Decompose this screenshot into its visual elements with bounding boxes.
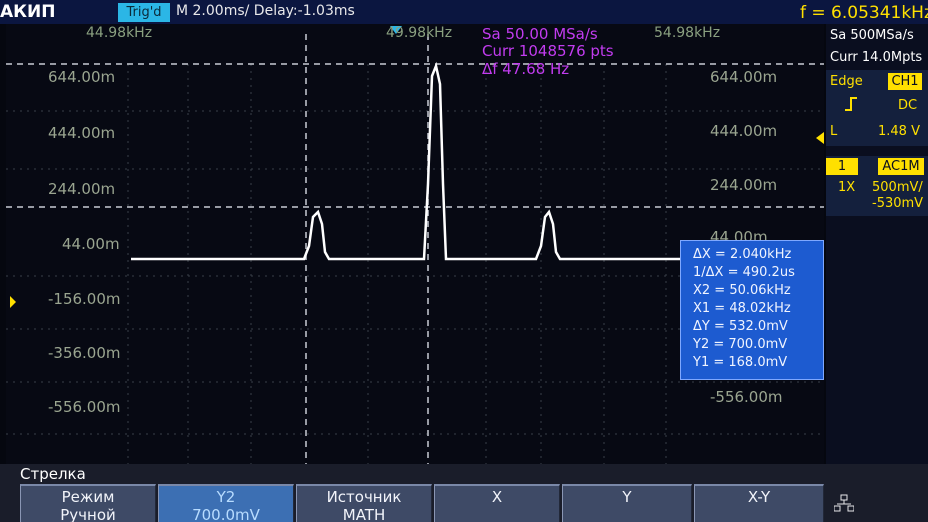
menu-title: Стрелка <box>20 465 86 483</box>
xy-cursor-label: X-Y <box>747 488 771 506</box>
trigger-status-badge: Trig'd <box>118 3 170 22</box>
xy-cursor-button[interactable]: X-Y <box>694 484 824 522</box>
mode-button[interactable]: Режим Ручной <box>20 484 156 522</box>
points-readout: Curr 1048576 pts <box>482 42 614 60</box>
trigger-type: Edge <box>830 74 863 89</box>
freq-label-center: 49.98kHz <box>386 25 453 41</box>
volts-per-div: 500mV/ <box>872 180 923 195</box>
trigger-coupling: DC <box>898 98 918 113</box>
mode-value: Ручной <box>60 506 116 522</box>
freq-label-left: 44.98kHz <box>86 25 153 41</box>
cursor-readout-box: ΔX = 2.040kHz 1/ΔX = 490.2us X2 = 50.06k… <box>680 240 824 380</box>
y2-label: Y2 <box>216 488 236 506</box>
trigger-level-label: L <box>830 124 838 139</box>
probe-ratio: 1X <box>838 180 856 195</box>
y2-button[interactable]: Y2 700.0mV <box>158 484 294 522</box>
source-button[interactable]: Источник MATH <box>296 484 432 522</box>
cursor-y1: Y1 = 168.0mV <box>693 355 788 370</box>
cursor-inverse-delta-x: 1/ΔX = 490.2us <box>693 265 795 280</box>
y-label-right: -556.00m <box>710 388 783 406</box>
brand-logo: АКИП <box>0 2 56 22</box>
mode-label: Режим <box>61 488 115 506</box>
rising-edge-icon <box>844 96 858 115</box>
oscilloscope-screen: АКИП Trig'd M 2.00ms/ Delay:-1.03ms f = … <box>0 0 928 522</box>
cursor-x2: X2 = 50.06kHz <box>693 283 791 298</box>
trigger-panel[interactable]: Edge CH1 DC L 1.48 V <box>826 70 928 146</box>
sample-rate: Sa 500MSa/s <box>830 28 914 43</box>
y-label: -356.00m <box>48 344 121 362</box>
channel-number: 1 <box>826 158 858 175</box>
freq-label-right: 54.98kHz <box>654 25 721 41</box>
source-value: MATH <box>342 506 386 522</box>
y-cursor-label: Y <box>622 488 632 506</box>
y-label: 244.00m <box>48 180 116 198</box>
y-label: -156.00m <box>48 290 121 308</box>
cursor-delta-x: ΔX = 2.040kHz <box>693 247 792 262</box>
y-label: 644.00m <box>48 68 116 86</box>
y-label-right: 644.00m <box>710 68 778 86</box>
cursor-y2: Y2 = 700.0mV <box>693 337 788 352</box>
y-label: 444.00m <box>48 124 116 142</box>
x-cursor-button[interactable]: X <box>434 484 560 522</box>
softkey-bar: Стрелка Режим Ручной Y2 700.0mV Источник… <box>0 464 928 522</box>
y-cursor-button[interactable]: Y <box>562 484 692 522</box>
cursor-x1: X1 = 48.02kHz <box>693 301 791 316</box>
x-cursor-label: X <box>491 488 503 506</box>
channel-coupling-badge: AC1M <box>878 158 924 175</box>
network-icon[interactable] <box>833 494 855 516</box>
y-label: 44.00m <box>62 235 120 253</box>
y-label: -556.00m <box>48 398 121 416</box>
frequency-counter: f = 6.05341kHz <box>800 3 928 23</box>
y-label-right: 244.00m <box>710 176 778 194</box>
right-info-panel: Sa 500MSa/s Curr 14.0Mpts Edge CH1 DC L … <box>826 24 928 464</box>
trigger-source-badge: CH1 <box>888 73 922 90</box>
y2-value: 700.0mV <box>192 506 260 522</box>
status-bar: АКИП Trig'd M 2.00ms/ Delay:-1.03ms f = … <box>0 0 928 24</box>
y-label-right: 444.00m <box>710 122 778 140</box>
source-label: Источник <box>326 488 402 506</box>
channel-offset: -530mV <box>872 196 924 211</box>
timebase-readout[interactable]: M 2.00ms/ Delay:-1.03ms <box>176 3 355 19</box>
channel1-panel[interactable]: 1 AC1M 1X 500mV/ -530mV <box>826 156 928 216</box>
trigger-level-value: 1.48 V <box>878 124 920 139</box>
memory-depth: Curr 14.0Mpts <box>830 50 923 65</box>
sample-rate-readout: Sa 50.00 MSa/s <box>482 25 598 43</box>
delta-f-readout: Δf 47.68 Hz <box>482 60 570 78</box>
cursor-delta-y: ΔY = 532.0mV <box>693 319 788 334</box>
